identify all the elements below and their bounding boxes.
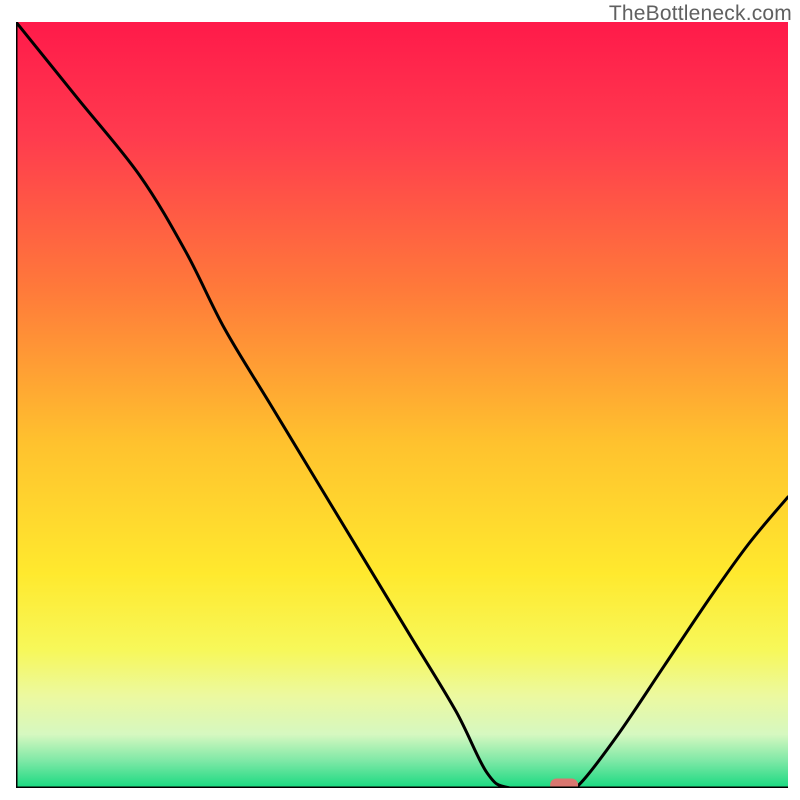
plot-frame [16,22,788,788]
chart-svg [16,22,788,788]
chart-container: TheBottleneck.com [0,0,800,800]
gradient-background [16,22,788,788]
watermark-text: TheBottleneck.com [609,2,792,26]
